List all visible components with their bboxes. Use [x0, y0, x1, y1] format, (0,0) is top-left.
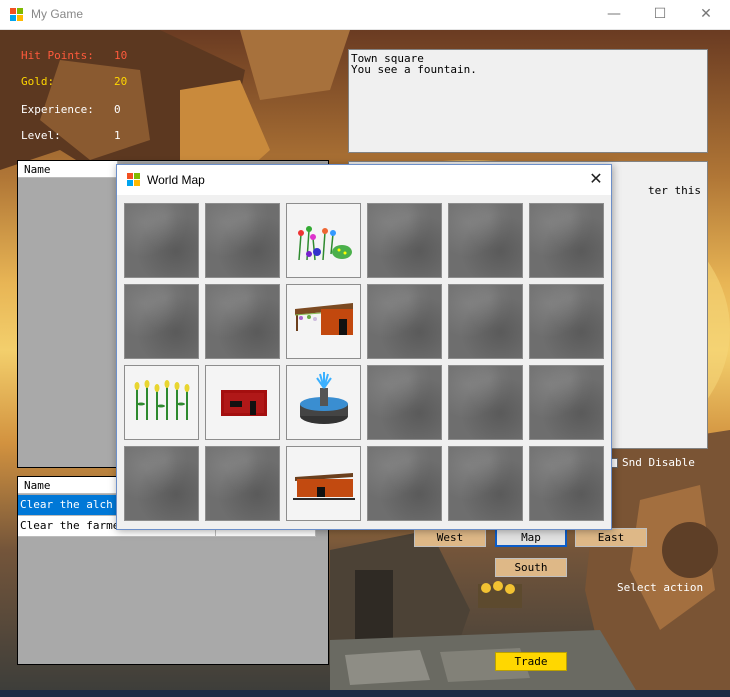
map-tile-unexplored	[367, 203, 442, 278]
map-tile-unexplored	[205, 284, 280, 359]
map-tile-unexplored	[205, 446, 280, 521]
map-tile-unexplored	[448, 284, 523, 359]
west-button[interactable]: West	[414, 528, 486, 547]
map-tile-unexplored	[124, 284, 199, 359]
close-icon[interactable]: ✕	[581, 165, 611, 195]
world-map-title: World Map	[147, 173, 205, 187]
map-tile-unexplored	[124, 446, 199, 521]
herb-hut-icon	[294, 303, 353, 335]
map-tile-fountain	[286, 365, 361, 440]
map-tile-flower-garden	[286, 203, 361, 278]
map-tile-unexplored	[205, 203, 280, 278]
map-tile-farmhouse	[205, 365, 280, 440]
map-tile-farm-field	[124, 365, 199, 440]
message-text: ter this	[648, 184, 701, 197]
farm-field-icon	[134, 380, 190, 420]
map-tile-unexplored	[448, 365, 523, 440]
trade-button[interactable]: Trade	[495, 652, 567, 671]
maximize-icon[interactable]: ☐	[637, 0, 683, 30]
gold-value: 20	[114, 75, 128, 88]
world-map-title-bar: World Map ✕	[117, 165, 611, 195]
bridge-shack-icon	[293, 473, 355, 500]
map-button[interactable]: Map	[495, 528, 567, 547]
map-tile-unexplored	[367, 446, 442, 521]
map-tile-unexplored	[448, 446, 523, 521]
map-tile-unexplored	[367, 365, 442, 440]
level-label: Level:	[21, 129, 61, 142]
map-tile-unexplored	[529, 284, 604, 359]
map-tile-unexplored	[529, 365, 604, 440]
map-tile-unexplored	[448, 203, 523, 278]
hit-points-value: 10	[114, 49, 128, 62]
map-tile-herb-hut	[286, 284, 361, 359]
title-bar: My Game — ☐ ✕	[0, 0, 730, 30]
hit-points-label: Hit Points:	[21, 49, 94, 62]
inventory-header-name[interactable]: Name	[18, 161, 118, 178]
map-tile-unexplored	[124, 203, 199, 278]
flower-garden-icon	[298, 226, 352, 261]
map-tile-unexplored	[529, 446, 604, 521]
map-tile-unexplored	[529, 203, 604, 278]
east-button[interactable]: East	[575, 528, 647, 547]
app-icon	[10, 8, 24, 22]
world-map-dialog: World Map ✕	[116, 164, 612, 530]
minimize-icon[interactable]: —	[591, 0, 637, 30]
experience-label: Experience:	[21, 103, 94, 116]
window-title: My Game	[31, 7, 84, 21]
sound-disable-label: Snd Disable	[622, 456, 695, 469]
close-icon[interactable]: ✕	[683, 0, 729, 30]
map-tile-bridge-shack	[286, 446, 361, 521]
select-action-label: Select action	[617, 581, 704, 594]
gold-label: Gold:	[21, 75, 55, 88]
app-icon	[127, 173, 141, 187]
experience-value: 0	[114, 103, 121, 116]
farmhouse-icon	[221, 390, 267, 416]
map-tile-unexplored	[367, 284, 442, 359]
fountain-icon	[300, 372, 348, 424]
location-textbox[interactable]: Town square You see a fountain.	[348, 49, 708, 153]
south-button[interactable]: South	[495, 558, 567, 577]
level-value: 1	[114, 129, 121, 142]
